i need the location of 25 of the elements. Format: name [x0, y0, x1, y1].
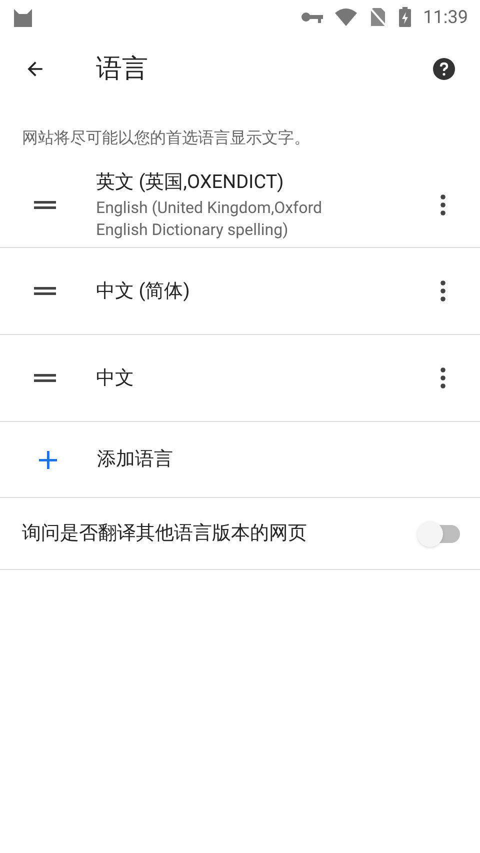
language-item[interactable]: 中文 (简体)	[0, 248, 480, 335]
more-icon[interactable]	[440, 194, 446, 216]
plus-icon	[39, 450, 57, 468]
description-text: 网站将尽可能以您的首选语言显示文字。	[21, 127, 311, 149]
drag-handle-icon[interactable]	[34, 200, 56, 208]
language-item[interactable]: 中文	[0, 335, 480, 422]
help-icon[interactable]	[432, 57, 456, 81]
language-name: 英文 (英国,OXENDICT)	[96, 169, 285, 196]
language-name: 中文	[96, 364, 135, 391]
battery-icon	[399, 7, 412, 27]
language-item[interactable]: 英文 (英国,OXENDICT) English (United Kingdom,Oxford English Dictionary spelling)	[0, 162, 480, 248]
language-name: 中文 (简体)	[96, 278, 191, 304]
drag-handle-icon[interactable]	[34, 374, 56, 382]
more-icon[interactable]	[440, 280, 446, 302]
wifi-icon	[335, 8, 358, 26]
toolbar-title: 语言	[96, 52, 149, 86]
more-icon[interactable]	[440, 367, 446, 389]
drag-handle-icon[interactable]	[34, 287, 56, 295]
status-time: 11:39	[423, 6, 468, 30]
key-icon	[301, 11, 324, 23]
no-sim-icon	[369, 7, 388, 27]
translate-label: 询问是否翻译其他语言版本的网页	[22, 520, 308, 546]
add-language-button[interactable]: 添加语言	[0, 422, 480, 498]
cat-icon	[12, 7, 34, 27]
language-subtitle: English (United Kingdom,Oxford English Dictionary spelling)	[96, 196, 324, 241]
